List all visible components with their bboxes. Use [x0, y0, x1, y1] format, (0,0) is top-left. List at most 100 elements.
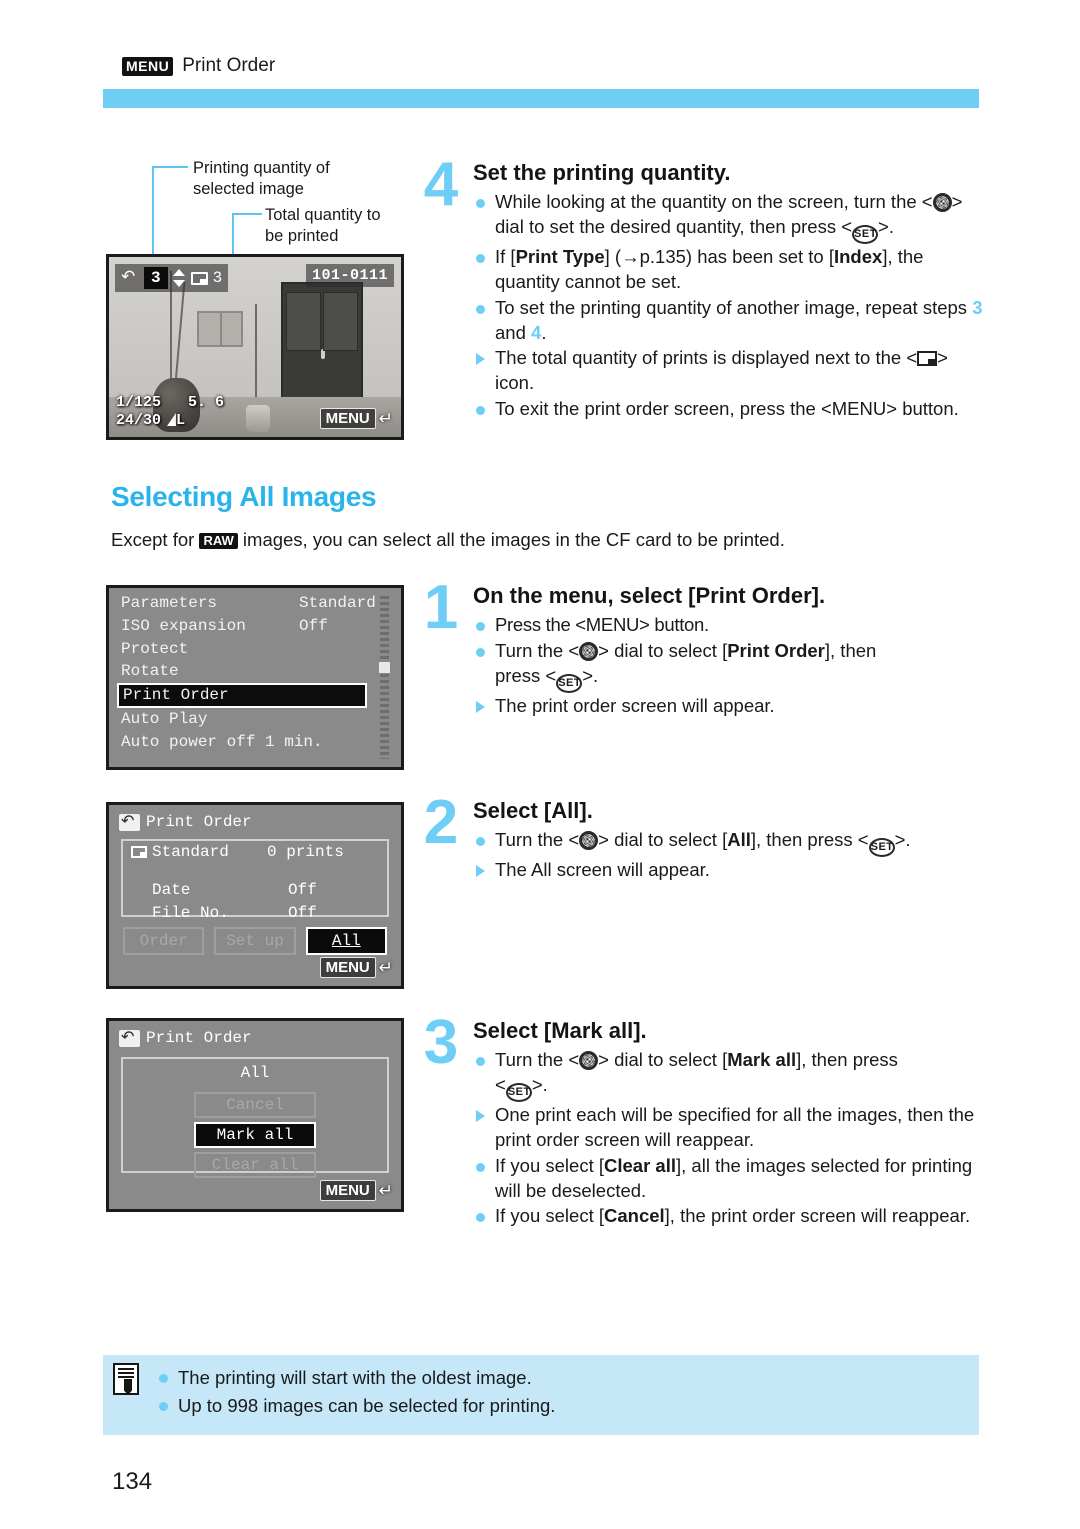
- intro-text: images, you can select all the images in…: [242, 529, 785, 550]
- scrollbar-track[interactable]: [380, 596, 389, 759]
- note-list: The printing will start with the oldest …: [156, 1364, 967, 1420]
- step-3-title: Select [Mark all].: [473, 1018, 647, 1043]
- callout-leader-line-1-vertical: [152, 166, 154, 256]
- menu-row[interactable]: Rotate: [109, 660, 401, 683]
- menu-button-label[interactable]: MENU: [319, 957, 376, 978]
- selected-quantity-value[interactable]: 3: [144, 267, 168, 289]
- bullet: Press the <MENU> button.: [473, 613, 985, 638]
- menu-row[interactable]: Protect: [109, 638, 401, 661]
- bullet-emphasis: Cancel: [604, 1205, 665, 1227]
- bullet-text: The print order screen will appear.: [495, 694, 775, 716]
- callout-line: selected image: [193, 179, 304, 198]
- bullet-emphasis: Index: [833, 246, 883, 268]
- up-down-arrows-icon: [172, 269, 186, 287]
- setting-row-date[interactable]: Date Off: [123, 879, 387, 901]
- step-3-bullets: Turn the < > dial to select [Mark all], t…: [473, 1048, 985, 1229]
- bullet-emphasis: Print Type: [515, 246, 605, 268]
- menu-row-selected-print-order[interactable]: Print Order: [117, 683, 367, 708]
- image-quality-label: L: [176, 412, 186, 430]
- dial-icon: [932, 193, 952, 213]
- note-box: The printing will start with the oldest …: [103, 1355, 979, 1435]
- bullet-emphasis: Print Order: [727, 640, 825, 662]
- menu-row-label: ISO expansion: [121, 616, 246, 635]
- menu-row-label: Auto Play: [121, 709, 208, 728]
- callout-line: Printing quantity of: [193, 159, 330, 177]
- bullet-emphasis: Mark all: [727, 1049, 797, 1071]
- lcd-menu-chip[interactable]: MENU ↵: [319, 408, 393, 429]
- print-order-buttons: Order Set up All: [123, 927, 387, 955]
- print-quantity-icon: [190, 271, 208, 285]
- note-item: The printing will start with the oldest …: [156, 1364, 967, 1392]
- setting-row-file-no[interactable]: File No. Off: [123, 902, 387, 924]
- scrollbar-thumb[interactable]: [379, 662, 390, 673]
- cancel-button[interactable]: Cancel: [194, 1092, 316, 1118]
- bullet: To exit the print order screen, press th…: [473, 397, 985, 422]
- mark-all-button[interactable]: Mark all: [194, 1122, 316, 1148]
- bullet: Turn the < > dial to select [Mark all], t…: [473, 1048, 985, 1103]
- bullet: The total quantity of prints is displaye…: [473, 346, 985, 396]
- exposure-line: 1/125 5. 6: [116, 394, 224, 413]
- clear-all-button[interactable]: Clear all: [194, 1152, 316, 1178]
- step-1-block: 1 On the menu, select [Print Order]. Pre…: [415, 577, 985, 720]
- bullet-text: If you select [: [495, 1205, 604, 1227]
- step-1-bullets: Press the <MENU> button. Turn the < > dia…: [473, 613, 985, 718]
- step-1-number: 1: [423, 573, 459, 642]
- all-button[interactable]: All: [305, 927, 387, 955]
- bullet: The All screen will appear.: [473, 858, 985, 883]
- menu-row[interactable]: ISO expansion Off: [109, 615, 401, 638]
- menu-row[interactable]: Parameters Standard: [109, 592, 401, 615]
- bullet-text: ], then press <: [750, 829, 869, 851]
- note-lines: [118, 1368, 134, 1379]
- set-button-icon: SET: [505, 1083, 532, 1103]
- callout-line: be printed: [265, 226, 339, 245]
- bullet-text: >.: [531, 1074, 548, 1096]
- set-button-icon: SET: [556, 673, 583, 693]
- menu-button-label[interactable]: MENU: [319, 408, 376, 429]
- bullet-text: >.: [894, 829, 911, 851]
- print-order-icon: [119, 1027, 140, 1047]
- set-up-button[interactable]: Set up: [214, 927, 296, 955]
- raw-icon: RAW: [199, 533, 238, 549]
- bullet-text: ], all the images selected for: [676, 1154, 907, 1176]
- step-2-bullets: Turn the < > dial to select [All], then p…: [473, 828, 985, 883]
- bullet-text: Press the <MENU> button.: [495, 614, 709, 636]
- bullet-text: To exit the print order screen, press th…: [495, 397, 898, 419]
- bullet: Turn the < > dial to select [All], then p…: [473, 828, 985, 858]
- menu-button-label[interactable]: MENU: [319, 1180, 376, 1201]
- bullet-text: ], then press: [796, 1049, 898, 1071]
- lcd-menu-chip[interactable]: MENU ↵: [319, 1180, 393, 1201]
- menu-icon: MENU: [122, 56, 174, 76]
- lcd-quantity-bar: 3 3: [115, 264, 229, 292]
- setting-row-standard[interactable]: Standard 0 prints: [123, 841, 387, 863]
- title-text: Print Order: [146, 813, 252, 831]
- step-2-title: Select [All].: [473, 798, 593, 823]
- page-number: 134: [112, 1468, 153, 1495]
- bullet-text: ], the: [882, 246, 924, 268]
- header-title: Print Order: [182, 55, 276, 76]
- menu-row-label: Parameters: [121, 594, 218, 612]
- bullet-emphasis: Clear all: [604, 1154, 676, 1176]
- image-quality-icon: [167, 413, 177, 427]
- menu-row-label: Auto power off 1 min.: [121, 732, 323, 751]
- all-dialog-panel: All Cancel Mark all Clear all: [121, 1057, 389, 1178]
- step-3-block: 3 Select [Mark all]. Turn the < > dial to…: [415, 1012, 985, 1230]
- bullet-text: The All screen will appear.: [495, 859, 710, 881]
- step-4-block: 4 Set the printing quantity. While looki…: [415, 154, 985, 423]
- photo-vine: [255, 303, 257, 405]
- order-button[interactable]: Order: [123, 927, 205, 955]
- shooting-info: 1/125 5. 6 24/30 L: [116, 394, 224, 432]
- callout-total-quantity: Total quantity to be printed: [265, 205, 381, 246]
- return-arrow-icon: ↵: [378, 957, 393, 978]
- step-4-bullets: While looking at the quantity on the scr…: [473, 190, 985, 421]
- bullet: If you select [Cancel], the print order …: [473, 1204, 985, 1229]
- bullet-text: reappear.: [891, 1205, 971, 1227]
- setting-value: 0 prints: [267, 843, 344, 861]
- lcd-menu-chip[interactable]: MENU ↵: [319, 957, 393, 978]
- setting-label: File No.: [152, 903, 229, 922]
- callout-leader-line-2-vertical: [232, 213, 234, 256]
- menu-row[interactable]: Auto power off 1 min.: [109, 731, 401, 754]
- dial-icon: [579, 831, 599, 851]
- print-order-settings-panel: Standard 0 prints Date Off File No. Off: [121, 839, 389, 922]
- menu-row[interactable]: Auto Play: [109, 708, 401, 731]
